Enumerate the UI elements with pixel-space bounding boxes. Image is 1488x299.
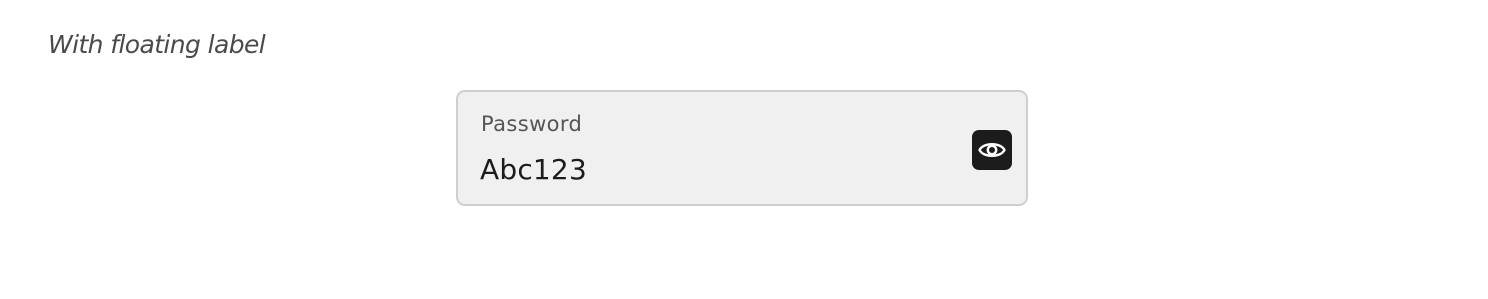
eye-icon [977,135,1007,165]
show-password-button[interactable] [972,130,1012,170]
password-field[interactable]: Password [456,90,1028,206]
password-input[interactable] [480,150,940,190]
password-floating-label: Password [481,112,583,136]
section-caption: With floating label [48,30,266,59]
